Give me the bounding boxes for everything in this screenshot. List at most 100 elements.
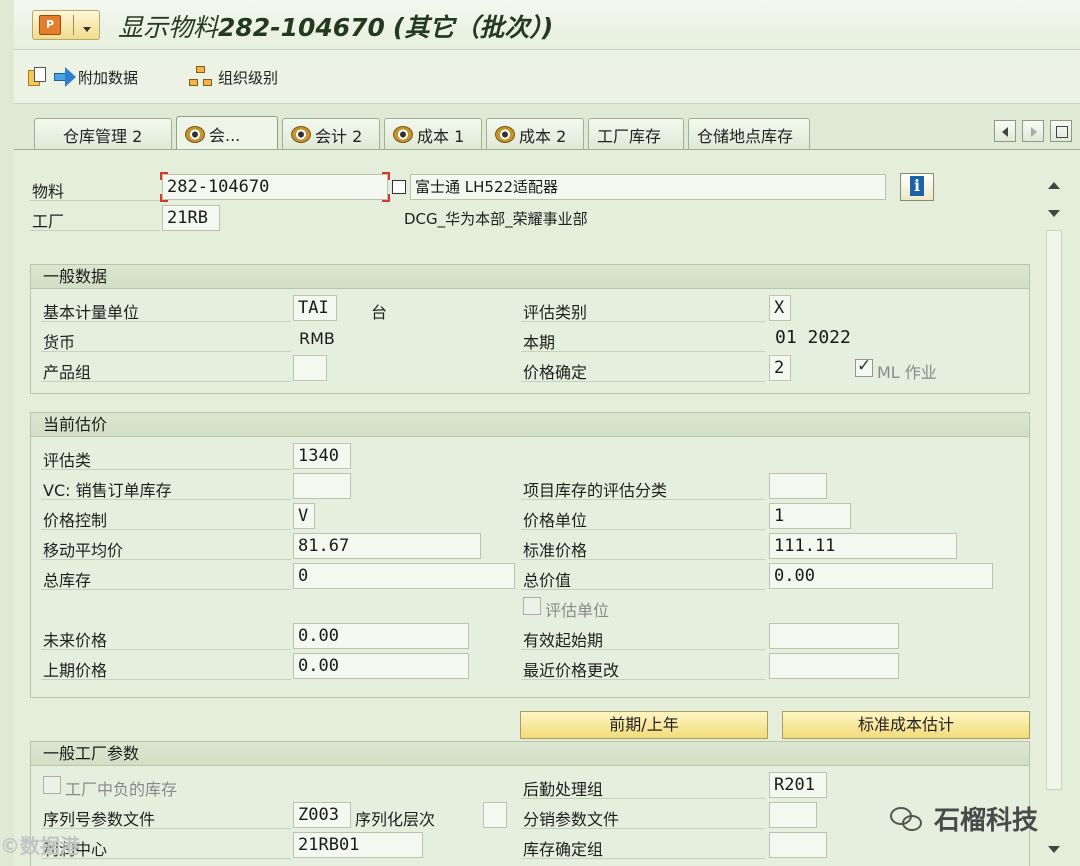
previous-price-label: 上期价格 (43, 661, 108, 680)
plant-description: DCG_华为本部_荣耀事业部 (404, 210, 588, 228)
serial-profile-label: 序列号参数文件 (43, 810, 156, 829)
profit-center-field[interactable]: 21RB01 (293, 832, 423, 858)
title-bar: P 显示物料282-104670 (其它（批次）) (14, 0, 1080, 50)
group-title: 一般工厂参数 (31, 742, 1029, 766)
tab-scroll-left-icon[interactable] (994, 120, 1016, 142)
scroll-down-icon[interactable] (1048, 210, 1060, 217)
stock-determination-group-field[interactable] (769, 832, 827, 858)
menu-icon[interactable]: P (32, 10, 100, 40)
watermark-right: 石榴科技 (890, 800, 1038, 837)
standard-price-label: 标准价格 (523, 541, 588, 560)
price-determination-field[interactable]: 2 (769, 355, 791, 381)
base-uom-field[interactable]: TAI (293, 295, 337, 321)
serialization-level-label: 序列化层次 (355, 810, 436, 829)
sap-menu-glyph: P (39, 15, 61, 35)
tab-status-icon (185, 125, 205, 143)
chevron-down-icon (83, 27, 91, 32)
material-label: 物料 (32, 182, 65, 201)
price-control-field[interactable]: V (293, 503, 315, 529)
standard-price-field[interactable]: 111.11 (769, 533, 957, 559)
valuation-unit-label: 评估单位 (545, 601, 610, 620)
logistics-group-field[interactable]: R201 (769, 772, 827, 798)
stock-determination-group-label: 库存确定组 (523, 840, 604, 859)
valid-from-label: 有效起始期 (523, 631, 604, 650)
base-uom-text: 台 (371, 303, 388, 322)
total-value-label: 总价值 (523, 571, 572, 590)
last-price-change-field[interactable] (769, 653, 899, 679)
tab-accounting-1[interactable]: 会... (176, 116, 278, 151)
previous-period-button[interactable]: 前期/上年 (520, 711, 768, 739)
vc-sales-order-stock-label: VC: 销售订单库存 (43, 481, 172, 500)
tab-accounting-2[interactable]: 会计 2 (282, 118, 380, 150)
tab-status-icon (393, 126, 413, 143)
group-title: 一般数据 (31, 265, 1029, 289)
arrow-right-icon (52, 66, 78, 88)
scroll-down-bottom-icon[interactable] (1048, 846, 1060, 853)
currency-label: 货币 (43, 333, 76, 352)
general-plant-parameters-group: 一般工厂参数 工厂中负的库存 后勤处理组 R201 序列号参数文件 Z003 序… (30, 741, 1030, 866)
price-unit-field[interactable]: 1 (769, 503, 851, 529)
currency-value: RMB (299, 329, 335, 348)
distribution-profile-field[interactable] (769, 802, 817, 828)
valuation-category-field[interactable]: X (769, 295, 791, 321)
period-label: 本期 (523, 333, 556, 352)
total-stock-field[interactable]: 0 (293, 563, 515, 589)
logistics-group-label: 后勤处理组 (523, 780, 604, 799)
tab-plant-stock[interactable]: 工厂库存 (588, 118, 684, 150)
total-stock-label: 总库存 (43, 571, 92, 590)
org-levels-button[interactable]: 组织级别 (188, 64, 278, 90)
moving-average-price-field[interactable]: 81.67 (293, 533, 481, 559)
division-label: 产品组 (43, 363, 92, 382)
scroll-up-icon[interactable] (1048, 182, 1060, 189)
negative-stock-checkbox[interactable] (43, 776, 61, 794)
page-title: 显示物料282-104670 (其它（批次）) (118, 13, 554, 42)
copy-icon[interactable] (392, 180, 406, 194)
plant-field[interactable]: 21RB (162, 205, 220, 231)
tab-storage-location-stock[interactable]: 仓储地点库存 (688, 118, 810, 150)
tab-warehouse-mgmt-2[interactable]: 仓库管理 2 (34, 118, 172, 150)
price-unit-label: 价格单位 (523, 511, 588, 530)
project-stock-valuation-field[interactable] (769, 473, 827, 499)
base-uom-label: 基本计量单位 (43, 303, 140, 322)
application-toolbar: 附加数据 组织级别 (14, 50, 1080, 104)
serial-profile-field[interactable]: Z003 (293, 802, 351, 828)
material-field[interactable]: 282-104670 (162, 174, 388, 200)
tab-strip: 仓库管理 2 会... 会计 2 成本 1 成本 2 工厂库存 仓储地点库存 (14, 104, 1080, 151)
division-field[interactable] (293, 355, 327, 381)
org-hierarchy-icon (188, 65, 214, 89)
distribution-profile-label: 分销参数文件 (523, 810, 620, 829)
wechat-icon (890, 805, 926, 833)
document-icon (26, 66, 48, 88)
tab-status-icon (291, 126, 311, 143)
valuation-class-field[interactable]: 1340 (293, 443, 351, 469)
valid-from-field[interactable] (769, 623, 899, 649)
future-price-label: 未来价格 (43, 631, 108, 650)
valuation-unit-checkbox[interactable] (523, 597, 541, 615)
info-icon[interactable] (900, 173, 934, 201)
serialization-level-field[interactable] (483, 802, 507, 828)
previous-price-field[interactable]: 0.00 (293, 653, 469, 679)
vc-sales-order-stock-field[interactable] (293, 473, 351, 499)
additional-data-button[interactable]: 附加数据 (26, 64, 138, 90)
general-data-group: 一般数据 基本计量单位 TAI 台 评估类别 X 货币 RMB 本期 01 20… (30, 264, 1030, 394)
group-title: 当前估价 (31, 413, 1029, 437)
current-valuation-group: 当前估价 评估类 1340 VC: 销售订单库存 项目库存的评估分类 价格控制 … (30, 412, 1030, 698)
price-control-label: 价格控制 (43, 511, 108, 530)
scrollbar-track[interactable] (1046, 230, 1062, 790)
tab-costing-1[interactable]: 成本 1 (384, 118, 482, 150)
future-price-field[interactable]: 0.00 (293, 623, 469, 649)
negative-stock-label: 工厂中负的库存 (65, 780, 178, 799)
tab-costing-2[interactable]: 成本 2 (486, 118, 584, 150)
ml-checkbox[interactable] (855, 356, 873, 377)
price-determination-label: 价格确定 (523, 363, 588, 382)
valuation-category-label: 评估类别 (523, 303, 588, 322)
vertical-scrollbar[interactable] (1045, 174, 1063, 859)
tab-list-icon[interactable] (1050, 120, 1072, 142)
valuation-class-label: 评估类 (43, 451, 92, 470)
ml-label: ML 作业 (877, 363, 937, 382)
total-value-field[interactable]: 0.00 (769, 563, 993, 589)
standard-cost-estimate-button[interactable]: 标准成本估计 (782, 711, 1030, 739)
tab-content-panel: 物料 282-104670 富士通 LH522适配器 工厂 21RB DCG_华… (14, 149, 1080, 866)
tab-scroll-right-icon[interactable] (1022, 120, 1044, 142)
plant-label: 工厂 (32, 212, 65, 231)
